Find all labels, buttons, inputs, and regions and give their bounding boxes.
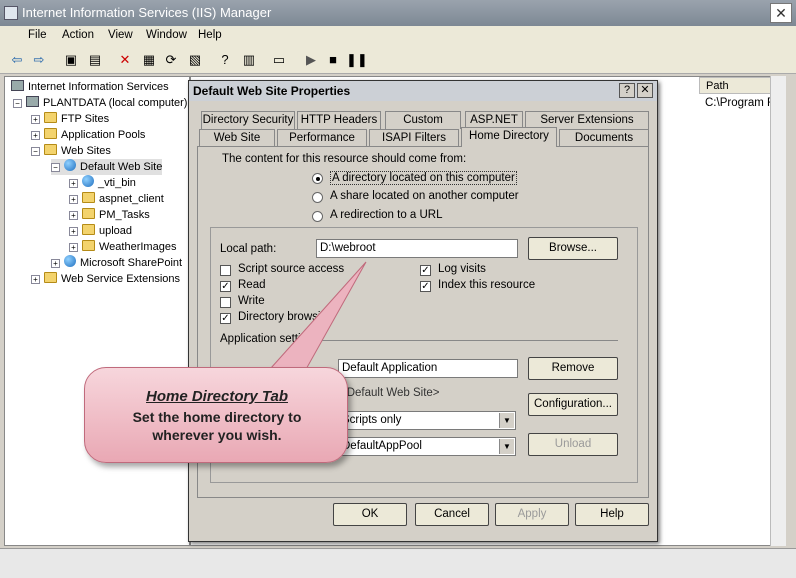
callout-body: Set the home directory to wherever you w…	[132, 409, 302, 443]
callout-pointer	[260, 261, 367, 381]
callout-title: Home Directory Tab	[146, 388, 288, 405]
callout-box: Home Directory Tab Set the home director…	[84, 367, 348, 463]
